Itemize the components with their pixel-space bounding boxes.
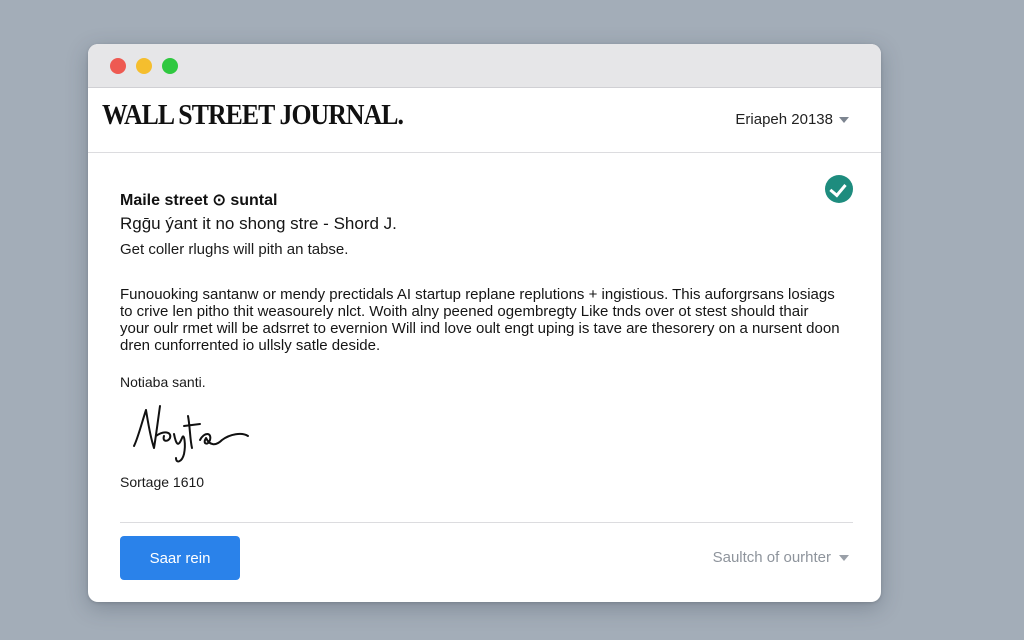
message-signoff: Notiaba santi. [120,374,206,390]
message-preview: Get coller rlughs will pith an tabse. [120,241,349,258]
app-window: WALL STREET JOURNAL. Eriapeh 20138 Maile… [88,44,881,602]
edition-dropdown-label: Eriapeh 20138 [735,111,833,128]
close-window-button[interactable] [110,58,126,74]
switch-dropdown-label: Saultch of ourhter [712,549,831,566]
check-circle-icon [825,175,853,203]
chevron-down-icon [839,116,849,123]
message-subject: Rgḡu ýant it no shong stre - Shord J. [120,214,397,233]
maximize-window-button[interactable] [162,58,178,74]
handwritten-signature [126,396,266,470]
masthead-logo: WALL STREET JOURNAL. [102,100,404,131]
message-sender: Maile street ⊙ suntal [120,192,278,209]
signature-date: Sortage 1610 [120,474,205,490]
footer-divider [120,522,853,523]
edition-dropdown[interactable]: Eriapeh 20138 [735,111,849,128]
primary-action-button[interactable]: Saar rein [120,536,240,580]
switch-dropdown[interactable]: Saultch of ourhter [713,549,849,566]
window-titlebar[interactable] [88,44,881,88]
minimize-window-button[interactable] [136,58,152,74]
header-divider [88,152,881,153]
message-body: Funouoking santanw or mendy prectidals A… [120,286,840,354]
chevron-down-icon [839,554,849,561]
